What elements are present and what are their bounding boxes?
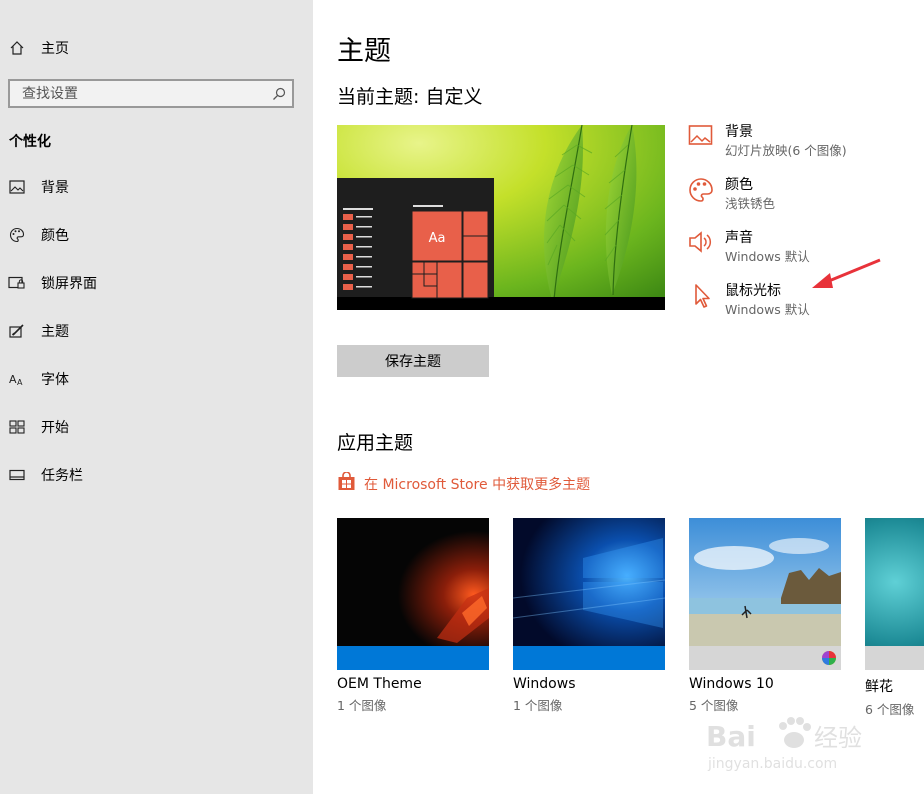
theme-thumbnail [865, 518, 924, 670]
theme-image-count: 1 个图像 [337, 698, 387, 713]
picture-icon [8, 178, 26, 196]
section-title: 个性化 [9, 134, 51, 150]
sidebar-item-label: 颜色 [41, 228, 69, 244]
theme-image-count: 1 个图像 [513, 698, 563, 713]
theme-prop-title: 颜色 [725, 177, 753, 193]
theme-prop-value: 幻灯片放映(6 个图像) [725, 143, 847, 158]
theme-thumbnail [689, 518, 841, 670]
sidebar-item-themes[interactable]: 主题 [0, 311, 313, 351]
watermark-brand-cn: 经验 [814, 724, 862, 752]
paw-logo-icon [779, 717, 811, 748]
apply-theme-heading: 应用主题 [337, 432, 414, 454]
theme-tile-oem[interactable]: OEM Theme 1 个图像 [337, 518, 489, 714]
sidebar: 主页 个性化 背景 颜色 锁屏界面 主题 AA 字体 [0, 0, 313, 794]
theme-tile-windows[interactable]: Windows 1 个图像 [513, 518, 665, 714]
svg-text:A: A [9, 373, 17, 386]
search-input[interactable] [10, 81, 262, 106]
theme-thumbnail [513, 518, 665, 670]
sidebar-item-label: 开始 [41, 420, 69, 436]
sidebar-item-label: 锁屏界面 [41, 276, 97, 292]
theme-name: OEM Theme [337, 676, 422, 692]
sidebar-item-label: 字体 [41, 372, 69, 388]
theme-prop-title: 声音 [725, 230, 753, 246]
preview-tiles [411, 210, 489, 299]
sidebar-item-label: 主题 [41, 324, 69, 340]
font-icon: AA [8, 370, 26, 388]
theme-tile-flowers[interactable]: 鲜花 6 个图像 [865, 518, 924, 718]
color-wheel-icon [822, 651, 836, 665]
svg-text:A: A [17, 378, 23, 386]
taskbar-icon [8, 466, 26, 484]
theme-prop-title: 鼠标光标 [725, 283, 781, 299]
search-icon[interactable] [271, 86, 287, 102]
watermark-brand: Bai [706, 720, 756, 753]
sidebar-item-start[interactable]: 开始 [0, 407, 313, 447]
annotation-arrow [812, 258, 881, 288]
save-theme-button[interactable]: 保存主题 [337, 345, 489, 377]
watermark-url: jingyan.baidu.com [707, 756, 837, 772]
speaker-icon [688, 230, 714, 256]
sidebar-item-colors[interactable]: 颜色 [0, 215, 313, 255]
cursor-icon [688, 283, 714, 309]
picture-icon [688, 124, 714, 150]
theme-name: Windows [513, 676, 576, 692]
theme-prop-title: 背景 [725, 124, 753, 140]
baidu-watermark: Bai 经验 jingyan.baidu.com [706, 716, 886, 776]
theme-name: Windows 10 [689, 676, 774, 692]
theme-tile-windows10[interactable]: Windows 10 5 个图像 [689, 518, 841, 714]
store-link-text: 在 Microsoft Store 中获取更多主题 [364, 476, 591, 493]
search-box[interactable] [8, 79, 294, 108]
nav-home-label: 主页 [41, 41, 69, 57]
palette-icon [8, 226, 26, 244]
theme-prop-value: 浅铁锈色 [725, 196, 776, 211]
theme-preview: Aa [337, 125, 665, 310]
theme-image-count: 5 个图像 [689, 698, 739, 713]
lock-screen-icon [8, 274, 26, 292]
sidebar-item-label: 背景 [41, 180, 69, 196]
home-icon [8, 39, 26, 57]
palette-icon [688, 177, 714, 203]
preview-tile-text: Aa [429, 231, 446, 246]
nav-home[interactable]: 主页 [0, 28, 313, 68]
theme-thumbnail [337, 518, 489, 670]
theme-prop-colors[interactable]: 颜色 浅铁锈色 [688, 177, 924, 221]
sidebar-item-label: 任务栏 [41, 468, 83, 484]
page-title: 主题 [337, 36, 391, 67]
start-tiles-icon [8, 418, 26, 436]
sidebar-item-fonts[interactable]: AA 字体 [0, 359, 313, 399]
theme-prop-value: Windows 默认 [725, 249, 810, 264]
store-link[interactable]: 在 Microsoft Store 中获取更多主题 [337, 471, 591, 495]
current-theme-heading: 当前主题: 自定义 [337, 86, 483, 108]
sidebar-item-taskbar[interactable]: 任务栏 [0, 455, 313, 495]
theme-prop-value: Windows 默认 [725, 302, 810, 317]
theme-name: 鲜花 [865, 679, 893, 695]
sidebar-item-lock-screen[interactable]: 锁屏界面 [0, 263, 313, 303]
theme-prop-background[interactable]: 背景 幻灯片放映(6 个图像) [688, 124, 924, 168]
theme-brush-icon [8, 322, 26, 340]
sidebar-item-background[interactable]: 背景 [0, 167, 313, 207]
store-bag-icon [337, 471, 356, 495]
